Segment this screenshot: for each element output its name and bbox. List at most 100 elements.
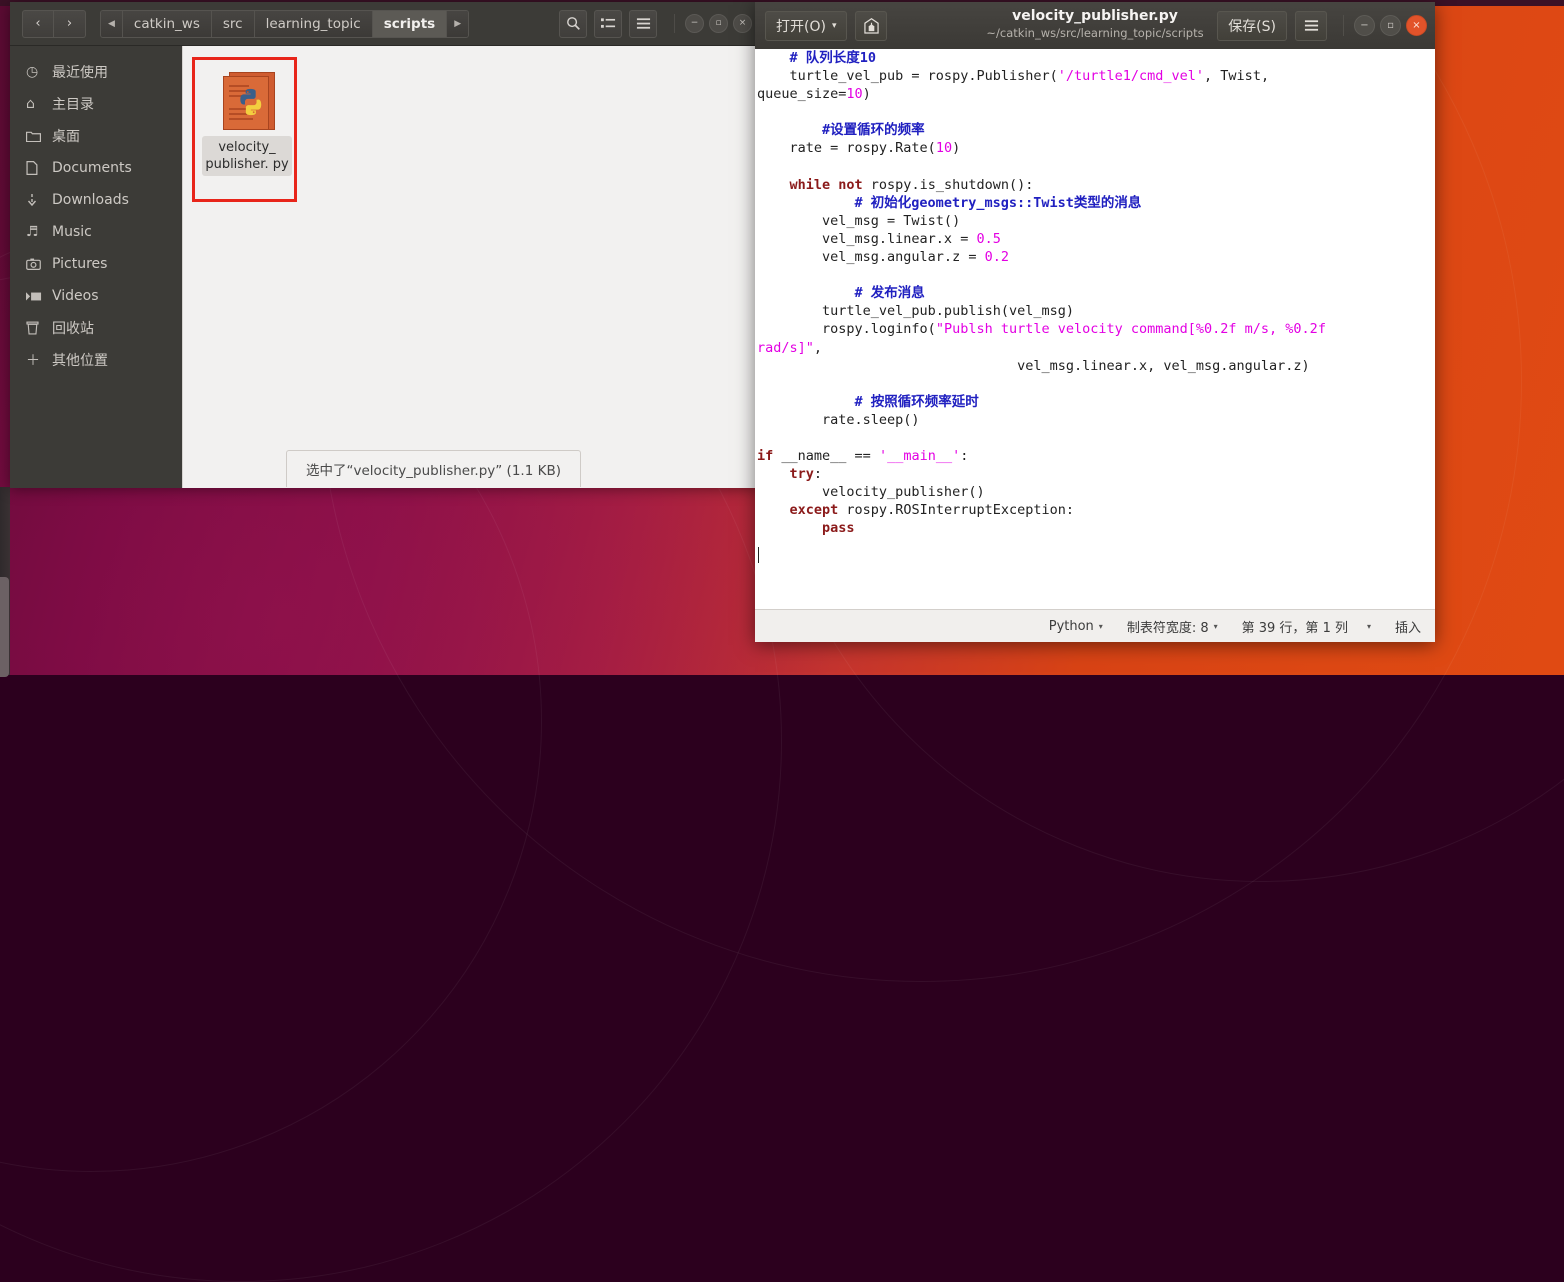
chevron-down-icon: ▾	[831, 20, 837, 31]
launcher-scrollbar[interactable]	[0, 577, 9, 677]
code-line: if __name__ == '__main__':	[757, 448, 969, 465]
back-button[interactable]: ‹	[22, 9, 54, 38]
selection-highlight-box: velocity_ publisher. py	[192, 57, 297, 202]
breadcrumb-item-src[interactable]: src	[211, 10, 255, 37]
python-file-icon-frontsheet	[223, 76, 269, 130]
editor-header-bar: 打开(O) ▾ velocity_publisher.py ~/catkin_w…	[755, 2, 1435, 50]
breadcrumb: ◀ catkin_ws src learning_topic scripts ▶	[100, 9, 470, 38]
breadcrumb-item-scripts[interactable]: scripts	[372, 10, 448, 37]
code-line: #设置循环的频率	[822, 122, 925, 139]
sidebar-item-label: 最近使用	[52, 65, 108, 81]
code-line: vel_msg.angular.z = 0.2	[757, 249, 1009, 266]
hamburger-menu-icon[interactable]	[629, 9, 657, 38]
download-icon	[26, 193, 52, 208]
code-line: # 队列长度10	[789, 50, 877, 66]
minimize-button[interactable]: −	[1354, 15, 1375, 36]
code-line: # 发布消息	[854, 285, 925, 302]
code-line: vel_msg.linear.x, vel_msg.angular.z)	[757, 357, 1310, 374]
text-editor-window: 打开(O) ▾ velocity_publisher.py ~/catkin_w…	[755, 2, 1435, 642]
sidebar-item-home[interactable]: ⌂ 主目录	[10, 88, 182, 120]
file-manager-body: ◷ 最近使用 ⌂ 主目录 桌面 Documents Downloads ♬ Mu…	[10, 46, 760, 488]
editor-header-right: 保存(S) − ▫ ×	[1217, 10, 1435, 41]
language-selector[interactable]: Python ▾	[1037, 619, 1115, 634]
chevron-down-icon: ▾	[1098, 621, 1103, 631]
insert-mode-indicator: 插入	[1394, 620, 1421, 636]
video-icon	[26, 291, 52, 302]
file-manager-window-controls: − ▫ ×	[674, 14, 752, 33]
code-editor-text-area[interactable]: # 队列长度10 turtle_vel_pub = rospy.Publishe…	[755, 49, 1435, 609]
code-line: rate = rospy.Rate(10)	[757, 140, 961, 157]
code-line: try:	[789, 466, 823, 483]
sidebar-item-other-locations[interactable]: ＋ 其他位置	[10, 344, 182, 376]
code-line: queue_size=10)	[757, 86, 871, 103]
editor-window-controls: − ▫ ×	[1343, 15, 1427, 36]
music-icon: ♬	[26, 224, 39, 240]
breadcrumb-item-catkin_ws[interactable]: catkin_ws	[122, 10, 212, 37]
sidebar-item-trash[interactable]: 回收站	[10, 312, 182, 344]
open-button[interactable]: 打开(O) ▾	[765, 10, 848, 41]
sidebar-item-desktop[interactable]: 桌面	[10, 120, 182, 152]
file-manager-content-area[interactable]: velocity_ publisher. py	[182, 46, 760, 488]
sidebar-item-label: 其他位置	[52, 353, 108, 369]
sidebar-item-music[interactable]: ♬ Music	[10, 216, 182, 248]
code-line: vel_msg.linear.x = 0.5	[757, 230, 1001, 247]
file-manager-sidebar: ◷ 最近使用 ⌂ 主目录 桌面 Documents Downloads ♬ Mu…	[10, 46, 182, 488]
code-line: except rospy.ROSInterruptException:	[789, 502, 1074, 519]
tab-width-selector[interactable]: 制表符宽度: 8 ▾	[1115, 617, 1230, 636]
sidebar-item-label: Videos	[52, 288, 99, 304]
code-line: # 初始化geometry_msgs::Twist类型的消息	[854, 194, 1142, 211]
camera-icon	[26, 258, 52, 270]
chevron-down-icon: ▾	[1213, 621, 1218, 631]
cursor-position-label: 第 39 行，第 1 列	[1241, 620, 1348, 636]
code-line: velocity_publisher()	[757, 484, 985, 501]
editor-status-bar: Python ▾ 制表符宽度: 8 ▾ 第 39 行，第 1 列 ▾ 插入	[755, 609, 1435, 642]
hamburger-menu-icon[interactable]	[1295, 10, 1327, 41]
sidebar-item-label: Downloads	[52, 192, 129, 208]
sidebar-item-downloads[interactable]: Downloads	[10, 184, 182, 216]
language-label: Python	[1048, 618, 1094, 634]
sidebar-item-videos[interactable]: Videos	[10, 280, 182, 312]
sidebar-item-pictures[interactable]: Pictures	[10, 248, 182, 280]
code-line: pass	[822, 520, 855, 537]
navigation-button-group: ‹ ›	[22, 9, 86, 38]
close-button[interactable]: ×	[1406, 15, 1427, 36]
save-as-icon[interactable]	[855, 10, 888, 41]
sidebar-item-recent[interactable]: ◷ 最近使用	[10, 56, 182, 88]
breadcrumb-item-learning_topic[interactable]: learning_topic	[254, 10, 373, 37]
chevron-down-icon: ▾	[1366, 621, 1371, 631]
close-button[interactable]: ×	[733, 14, 752, 33]
text-cursor	[758, 547, 759, 563]
trash-icon	[26, 321, 52, 335]
clock-icon: ◷	[26, 64, 39, 80]
code-line: turtle_vel_pub = rospy.Publisher('/turtl…	[757, 68, 1270, 85]
search-icon[interactable]	[559, 9, 587, 38]
list-view-icon[interactable]	[594, 9, 622, 38]
maximize-button[interactable]: ▫	[1380, 15, 1401, 36]
document-icon	[26, 161, 52, 175]
sidebar-item-documents[interactable]: Documents	[10, 152, 182, 184]
maximize-button[interactable]: ▫	[709, 14, 728, 33]
sidebar-item-label: Music	[52, 224, 92, 240]
home-icon: ⌂	[26, 96, 35, 112]
file-manager-header-bar: ‹ › ◀ catkin_ws src learning_topic scrip…	[10, 2, 760, 46]
sidebar-item-label: Documents	[52, 160, 132, 176]
tab-width-label: 制表符宽度: 8	[1126, 620, 1209, 636]
file-name-label: velocity_ publisher. py	[202, 136, 292, 176]
file-manager-status-bar: 选中了“velocity_publisher.py” (1.1 KB)	[286, 450, 581, 487]
cursor-position-indicator[interactable]: 第 39 行，第 1 列 ▾	[1230, 617, 1383, 636]
minimize-button[interactable]: −	[685, 14, 704, 33]
code-line: vel_msg = Twist()	[757, 212, 961, 229]
forward-button[interactable]: ›	[54, 9, 86, 38]
code-line: turtle_vel_pub.publish(vel_msg)	[757, 303, 1074, 320]
breadcrumb-scroll-left-icon[interactable]: ◀	[101, 10, 123, 37]
breadcrumb-scroll-right-icon[interactable]: ▶	[447, 10, 469, 37]
save-button[interactable]: 保存(S)	[1217, 10, 1287, 41]
code-line: rad/s]",	[757, 339, 823, 356]
sidebar-item-label: 回收站	[52, 321, 94, 337]
code-line: rate.sleep()	[757, 411, 920, 428]
